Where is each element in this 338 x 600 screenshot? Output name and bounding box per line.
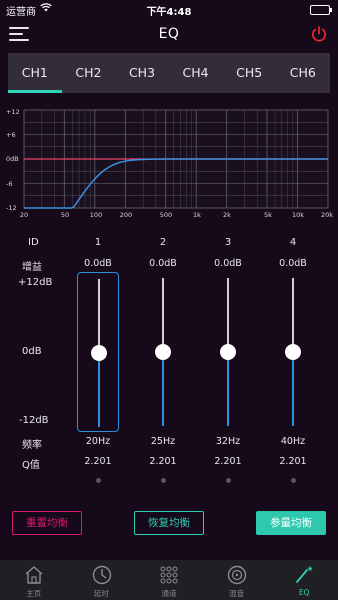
x-tick-label: 20k [320,211,334,219]
band-freq-value[interactable]: 40Hz [268,436,318,447]
band-gain-value[interactable]: 0.0dB [268,258,318,269]
band-q-value[interactable]: 2.201 [203,456,253,467]
nav-label: 延时 [93,589,109,598]
gain-slider-band-3[interactable] [207,272,249,432]
gain-zero-label: 0dB [22,346,42,357]
eq-response-graph: +12 +6 0dB -6 -12 20 50 100 200 500 1k 2… [0,100,338,224]
y-tick-label: 0dB [6,155,19,163]
slider-knob[interactable] [91,345,107,361]
tab-ch2[interactable]: CH2 [62,53,116,93]
band-freq-value[interactable]: 25Hz [138,436,188,447]
clock-time: 下午4:48 [146,7,192,18]
app-header: EQ [0,20,338,50]
x-tick-label: 1k [193,211,201,219]
y-tick-label: +12 [6,108,20,116]
band-id: 2 [159,237,167,248]
reset-eq-button[interactable]: 重置均衡 [12,511,82,535]
gain-max-label: +12dB [18,277,53,288]
band-gain-value[interactable]: 0.0dB [203,258,253,269]
band-indicator-dot [95,478,101,483]
power-icon[interactable] [310,25,328,43]
x-tick-label: 200 [119,211,133,219]
x-tick-label: 10k [291,211,305,219]
x-tick-label: 2k [223,211,231,219]
slider-track [98,279,100,353]
parametric-eq-button[interactable]: 参量均衡 [256,511,326,535]
nav-item-delay[interactable]: 延时 [68,560,136,600]
tab-ch3[interactable]: CH3 [115,53,169,93]
nav-label: EQ [298,588,310,597]
nav-item-eq[interactable]: EQ [270,560,338,600]
band-indicator-dot [225,478,231,483]
x-tick-label: 20 [19,211,29,219]
status-bar: 运营商 下午4:48 [0,0,338,20]
band-indicator-dot [160,478,166,483]
y-tick-label: +6 [6,131,16,139]
nav-item-mix[interactable]: 混音 [203,560,271,600]
band-q-value[interactable]: 2.201 [268,456,318,467]
gain-slider-band-1[interactable] [77,272,119,432]
slider-knob[interactable] [155,344,171,360]
q-label: Q值 [22,460,40,471]
gain-min-label: -12dB [19,415,49,426]
disc-icon [227,565,247,585]
tab-ch5[interactable]: CH5 [222,53,276,93]
slider-knob[interactable] [220,344,236,360]
page-title: EQ [158,26,180,42]
nav-item-home[interactable]: 主页 [0,560,68,600]
channel-tabs: CH1 CH2 CH3 CH4 CH5 CH6 [8,53,330,93]
eq-wand-icon [294,565,314,585]
x-tick-label: 100 [89,211,103,219]
tab-ch6[interactable]: CH6 [276,53,330,93]
y-tick-label: -12 [6,204,17,212]
battery-icon [310,5,332,15]
eq-graph-canvas [23,109,329,209]
band-freq-value[interactable]: 32Hz [203,436,253,447]
freq-label: 频率 [22,440,42,451]
band-q-value[interactable]: 2.201 [73,456,123,467]
gain-slider-band-2[interactable] [142,272,184,432]
nav-item-channel[interactable]: 通道 [135,560,203,600]
tab-ch1[interactable]: CH1 [8,53,62,93]
slider-track [227,278,229,352]
y-tick-label: -6 [6,180,13,188]
clock-icon [92,565,112,585]
gain-label: 增益 [22,262,42,273]
slider-track [292,278,294,352]
band-id: 1 [94,237,102,248]
slider-fill [292,352,294,426]
x-tick-label: 50 [60,211,70,219]
nav-label: 通道 [161,589,177,598]
x-tick-label: 500 [159,211,173,219]
band-freq-value[interactable]: 20Hz [73,436,123,447]
band-gain-value[interactable]: 0.0dB [138,258,188,269]
restore-eq-button[interactable]: 恢复均衡 [134,511,204,535]
id-label: ID [28,237,39,248]
band-id: 4 [289,237,297,248]
slider-fill [98,353,100,427]
slider-fill [227,352,229,426]
tab-ch4[interactable]: CH4 [169,53,223,93]
nav-label: 混音 [229,589,245,598]
grid-dots-icon [159,565,179,585]
band-gain-value[interactable]: 0.0dB [73,258,123,269]
gain-slider-band-4[interactable] [272,272,314,432]
slider-knob[interactable] [285,344,301,360]
band-indicator-dot [290,478,296,483]
bottom-nav: 主页 延时 通道 混音 EQ [0,560,338,600]
x-tick-label: 5k [264,211,272,219]
home-icon [24,565,44,585]
nav-label: 主页 [26,589,42,598]
slider-fill [162,352,164,426]
band-q-value[interactable]: 2.201 [138,456,188,467]
slider-track [162,278,164,352]
band-id: 3 [224,237,232,248]
